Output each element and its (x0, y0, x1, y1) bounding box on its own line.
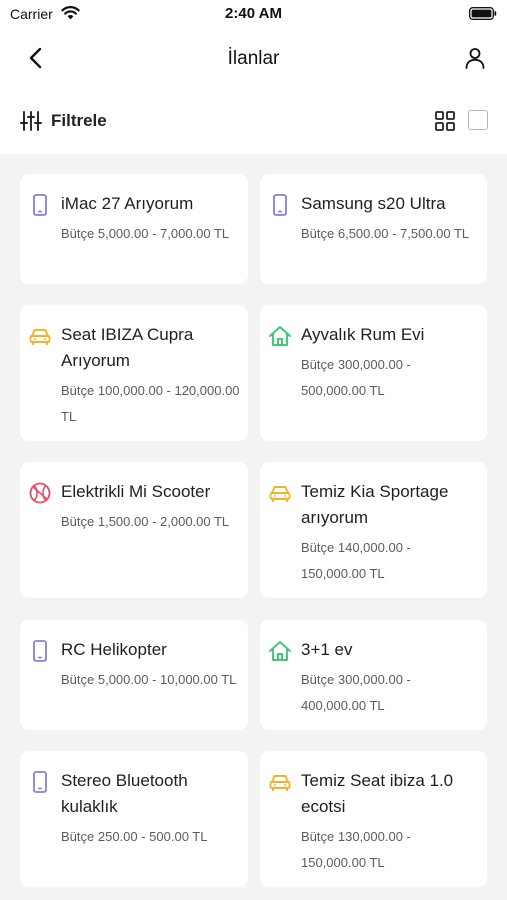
sliders-icon (20, 111, 42, 131)
toolbar: Filtrele (0, 96, 507, 146)
listing-budget: Bütçe 130,000.00 - 150,000.00 TL (301, 829, 411, 870)
car-icon (269, 486, 291, 502)
listing-title: Ayvalık Rum Evi (301, 325, 425, 344)
user-icon (465, 48, 485, 69)
phone-icon (33, 194, 47, 216)
page-title: İlanlar (227, 48, 280, 69)
listing-title: RC Helikopter (61, 640, 167, 659)
listing-budget: Bütçe 5,000.00 - 10,000.00 TL (61, 672, 237, 687)
listing-card[interactable]: Temiz Seat ibiza 1.0 ecotsi Bütçe 130,00… (260, 751, 487, 887)
filter-button[interactable]: Filtrele (20, 108, 107, 134)
grid-icon[interactable] (434, 110, 456, 132)
filter-label: Filtrele (51, 111, 107, 130)
listing-card[interactable]: Temiz Kia Sportage arıyorum Bütçe 140,00… (260, 462, 487, 598)
listing-card[interactable]: Elektrikli Mi Scooter Bütçe 1,500.00 - 2… (20, 462, 248, 598)
listing-card[interactable]: iMac 27 Arıyorum Bütçe 5,000.00 - 7,000.… (20, 174, 248, 284)
listing-budget: Bütçe 5,000.00 - 7,000.00 TL (61, 226, 230, 241)
listing-title: Seat IBIZA Cupra Arıyorum (61, 325, 194, 370)
listing-budget: Bütçe 250.00 - 500.00 TL (61, 829, 208, 844)
listing-card[interactable]: Seat IBIZA Cupra Arıyorum Bütçe 100,000.… (20, 305, 248, 441)
listing-title: iMac 27 Arıyorum (61, 194, 194, 213)
listing-card[interactable]: Samsung s20 Ultra Bütçe 6,500.00 - 7,500… (260, 174, 487, 284)
listing-budget: Bütçe 1,500.00 - 2,000.00 TL (61, 514, 230, 529)
home-icon (269, 326, 291, 346)
status-bar: Carrier 2:40 AM (0, 0, 507, 28)
listing-title: Temiz Kia Sportage arıyorum (301, 482, 449, 527)
battery-icon (469, 7, 497, 20)
car-icon (269, 775, 291, 791)
listing-title: Elektrikli Mi Scooter (61, 482, 211, 501)
profile-button[interactable] (461, 44, 489, 72)
listing-card[interactable]: Stereo Bluetooth kulaklık Bütçe 250.00 -… (20, 751, 248, 887)
listing-budget: Bütçe 140,000.00 - 150,000.00 TL (301, 540, 411, 581)
listing-grid: iMac 27 Arıyorum Bütçe 5,000.00 - 7,000.… (0, 154, 507, 900)
phone-icon (33, 640, 47, 662)
listing-title: Samsung s20 Ultra (301, 194, 446, 213)
listing-title: Stereo Bluetooth kulaklık (61, 771, 188, 816)
listing-title: 3+1 ev (301, 640, 353, 659)
listing-budget: Bütçe 6,500.00 - 7,500.00 TL (301, 226, 470, 241)
car-icon (29, 329, 51, 345)
listing-card[interactable]: 3+1 ev Bütçe 300,000.00 - 400,000.00 TL (260, 620, 487, 730)
ball-icon (29, 482, 51, 504)
nav-bar: İlanlar (0, 28, 507, 88)
phone-icon (33, 771, 47, 793)
listing-card[interactable]: RC Helikopter Bütçe 5,000.00 - 10,000.00… (20, 620, 248, 730)
listing-budget: Bütçe 300,000.00 - 500,000.00 TL (301, 357, 411, 398)
listing-budget: Bütçe 300,000.00 - 400,000.00 TL (301, 672, 411, 713)
status-time: 2:40 AM (225, 5, 282, 22)
listing-budget: Bütçe 100,000.00 - 120,000.00 TL (61, 383, 240, 424)
listing-title: Temiz Seat ibiza 1.0 ecotsi (301, 771, 454, 816)
listing-card[interactable]: Ayvalık Rum Evi Bütçe 300,000.00 - 500,0… (260, 305, 487, 441)
home-icon (269, 641, 291, 661)
phone-icon (273, 194, 287, 216)
square-icon[interactable] (468, 110, 488, 130)
